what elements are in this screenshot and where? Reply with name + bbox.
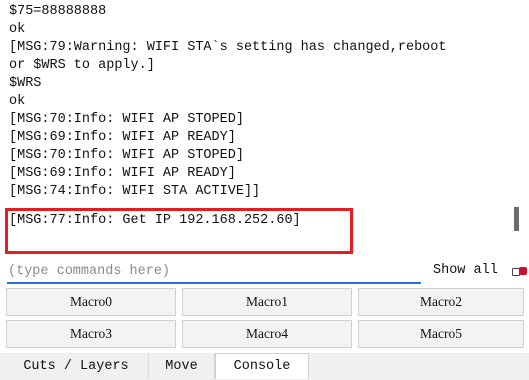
console-line: $75=88888888 — [9, 4, 107, 19]
console-line: [MSG:69:Info: WIFI AP READY] — [9, 130, 236, 145]
console-line: or $WRS to apply.] — [9, 58, 155, 73]
macro-0-button[interactable]: Macro0 — [6, 288, 176, 316]
tab-cuts-layers[interactable]: Cuts / Layers — [4, 353, 149, 379]
console-line: ok — [9, 94, 26, 109]
tab-console[interactable]: Console — [215, 353, 309, 379]
macro-4-button[interactable]: Macro4 — [182, 320, 352, 348]
highlight-box — [5, 208, 353, 254]
show-all-label: Show all — [433, 263, 498, 278]
console-line: ok — [9, 22, 26, 37]
console-line: $WRS — [9, 76, 42, 91]
console-line: [MSG:74:Info: WIFI STA ACTIVE]] — [9, 184, 261, 199]
console-line: [MSG:70:Info: WIFI AP STOPED] — [9, 148, 244, 163]
macro-2-button[interactable]: Macro2 — [358, 288, 524, 316]
console-line: [MSG:79:Warning: WIFI STA`s setting has … — [9, 40, 447, 55]
bottom-tab-bar: Cuts / Layers Move Console — [0, 353, 529, 380]
console-line: [MSG:69:Info: WIFI AP READY] — [9, 166, 236, 181]
console-output: $75=88888888 ok [MSG:79:Warning: WIFI ST… — [0, 0, 529, 258]
console-scrollbar[interactable] — [514, 207, 519, 231]
tab-move[interactable]: Move — [149, 353, 215, 379]
command-row: Show all — [0, 260, 529, 284]
macro-5-button[interactable]: Macro5 — [358, 320, 524, 348]
console-line: [MSG:70:Info: WIFI AP STOPED] — [9, 112, 244, 127]
toggle-track — [519, 267, 527, 275]
show-all-toggle[interactable] — [512, 266, 527, 276]
macro-1-button[interactable]: Macro1 — [182, 288, 352, 316]
command-input[interactable] — [7, 260, 421, 284]
macro-3-button[interactable]: Macro3 — [6, 320, 176, 348]
